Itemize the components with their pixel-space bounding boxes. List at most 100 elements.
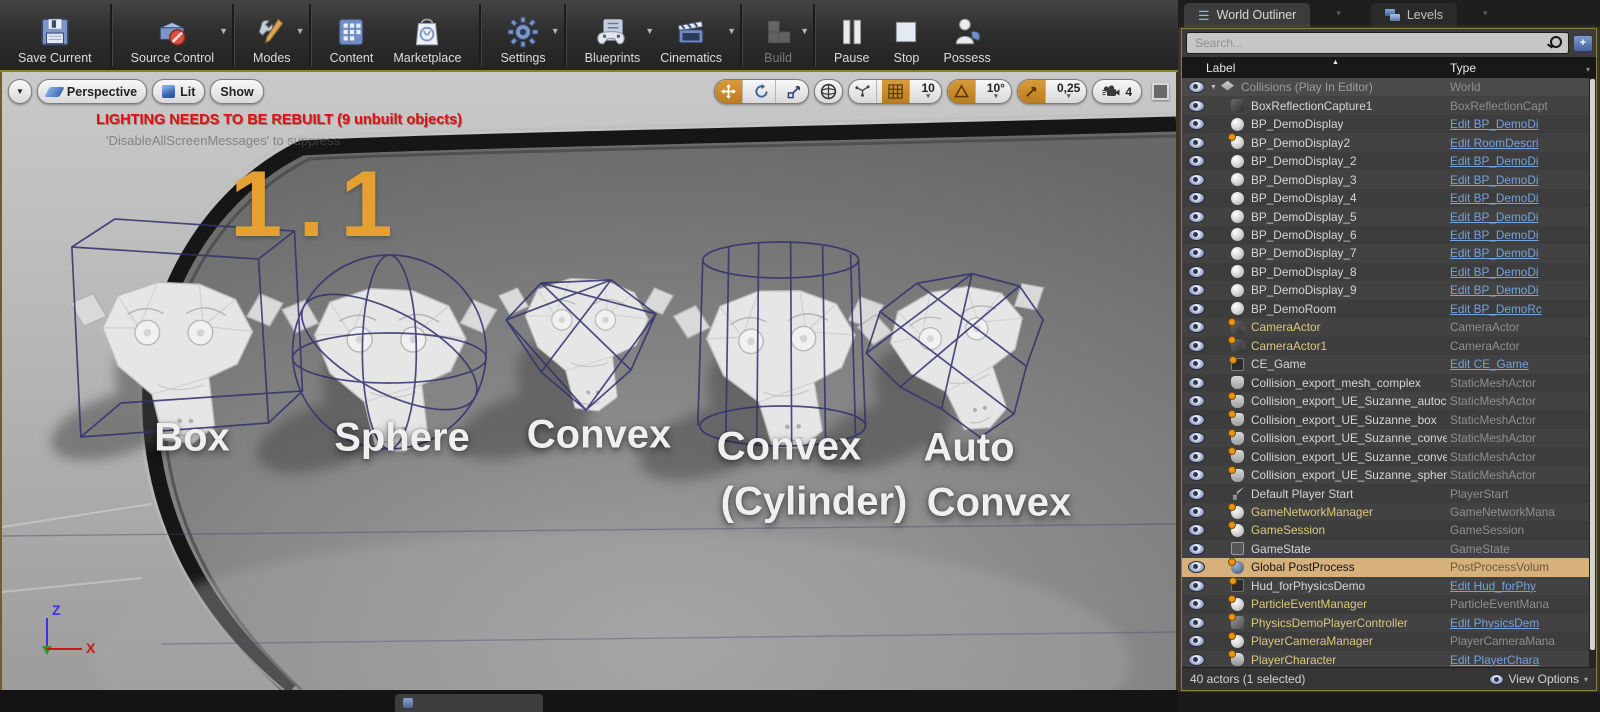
lit-mode-button[interactable]: Lit: [152, 79, 206, 104]
outliner-actor-row[interactable]: BP_DemoDisplay_9 Edit BP_DemoDi: [1182, 281, 1596, 300]
outliner-actor-row[interactable]: BP_DemoDisplay_8 Edit BP_DemoDi: [1182, 262, 1596, 282]
actor-edit-link[interactable]: Edit RoomDescri: [1450, 136, 1587, 150]
chevron-down-icon[interactable]: ▼: [800, 26, 809, 36]
visibility-eye-icon[interactable]: [1188, 247, 1205, 260]
visibility-eye-icon[interactable]: [1188, 598, 1205, 611]
column-label[interactable]: Label: [1206, 61, 1235, 75]
outliner-actor-row[interactable]: GameSession GameSession: [1182, 520, 1596, 540]
perspective-button[interactable]: Perspective: [36, 79, 148, 104]
outliner-actor-row[interactable]: PhysicsDemoPlayerController Edit PhysicsD…: [1182, 613, 1596, 633]
actor-edit-link[interactable]: Edit BP_DemoDi: [1450, 246, 1587, 260]
outliner-actor-row[interactable]: BP_DemoDisplay Edit BP_DemoDi: [1182, 114, 1596, 134]
grid-snap-value[interactable]: 10 ▾: [915, 80, 940, 103]
surface-snap-button[interactable]: [849, 80, 878, 103]
outliner-actor-row[interactable]: Hud_forPhysicsDemo Edit Hud_forPhy: [1182, 576, 1596, 596]
outliner-actor-row[interactable]: Collision_export_UE_Suzanne_autoco Static…: [1182, 391, 1596, 411]
visibility-eye-icon[interactable]: [1188, 450, 1205, 463]
outliner-actor-row[interactable]: Collision_export_UE_Suzanne_box StaticMes…: [1182, 410, 1596, 429]
visibility-eye-icon[interactable]: [1188, 284, 1205, 297]
scale-tool-button[interactable]: [781, 80, 808, 103]
expand-arrow-icon[interactable]: ▼: [1210, 84, 1219, 91]
outliner-actor-row[interactable]: BP_DemoDisplay_3 Edit BP_DemoDi: [1182, 170, 1596, 189]
pause-button[interactable]: Pause: [824, 0, 879, 70]
visibility-eye-icon[interactable]: [1188, 579, 1205, 592]
rotate-tool-button[interactable]: [748, 80, 777, 103]
visibility-eye-icon[interactable]: [1188, 339, 1205, 352]
scale-snap-value[interactable]: 0,25 ▾: [1051, 80, 1086, 103]
actor-edit-link[interactable]: Edit BP_DemoDi: [1450, 265, 1587, 279]
visibility-eye-icon[interactable]: [1188, 616, 1205, 629]
viewport-3d[interactable]: LIGHTING NEEDS TO BE REBUILT (9 unbuilt …: [0, 72, 1178, 690]
outliner-actor-row[interactable]: BP_DemoDisplay_5 Edit BP_DemoDi: [1182, 207, 1596, 226]
outliner-actor-row[interactable]: BP_DemoDisplay_4 Edit BP_DemoDi: [1182, 188, 1596, 208]
actor-edit-link[interactable]: Edit BP_DemoDi: [1450, 117, 1587, 131]
world-local-toggle[interactable]: [814, 79, 844, 104]
visibility-eye-icon[interactable]: [1188, 395, 1205, 408]
visibility-eye-icon[interactable]: [1188, 210, 1205, 223]
outliner-actor-row[interactable]: Collision_export_UE_Suzanne_sphere Static…: [1182, 465, 1596, 485]
outliner-actor-row[interactable]: BP_DemoDisplay_6 Edit BP_DemoDi: [1182, 225, 1596, 245]
visibility-eye-icon[interactable]: [1188, 155, 1205, 168]
type-filter-caret-icon[interactable]: ▾: [1586, 65, 1590, 74]
scrollbar-thumb[interactable]: [1590, 79, 1595, 651]
chevron-down-icon[interactable]: ▼: [727, 26, 736, 36]
visibility-eye-icon[interactable]: [1188, 524, 1205, 537]
angle-snap-value[interactable]: 10° ▾: [981, 80, 1011, 103]
show-button[interactable]: Show: [210, 79, 264, 104]
outliner-world-row[interactable]: ▼ Collisions (Play In Editor) World: [1182, 78, 1596, 97]
visibility-eye-icon[interactable]: [1188, 118, 1205, 131]
visibility-eye-icon[interactable]: [1188, 635, 1205, 648]
move-tool-button[interactable]: [715, 80, 744, 103]
actor-edit-link[interactable]: Edit BP_DemoDi: [1450, 228, 1587, 242]
visibility-eye-icon[interactable]: [1188, 136, 1205, 149]
visibility-eye-icon[interactable]: [1188, 432, 1205, 445]
outliner-actor-row[interactable]: GameNetworkManager GameNetworkMana: [1182, 502, 1596, 522]
outliner-actor-row[interactable]: GameState GameState: [1182, 539, 1596, 559]
visibility-eye-icon[interactable]: [1188, 376, 1205, 389]
tab-world-outliner[interactable]: ☰ World Outliner: [1184, 3, 1311, 27]
chevron-down-icon[interactable]: ▼: [296, 26, 305, 36]
outliner-actor-row[interactable]: BP_DemoDisplay2 Edit RoomDescri: [1182, 133, 1596, 152]
outliner-actor-row[interactable]: CameraActor CameraActor: [1182, 317, 1596, 337]
camera-speed-button[interactable]: 4: [1092, 79, 1142, 104]
viewport-options-button[interactable]: ▼: [8, 79, 32, 104]
content-button[interactable]: Content: [320, 0, 384, 70]
settings-button[interactable]: Settings ▼: [490, 0, 560, 70]
actor-edit-link[interactable]: Edit BP_DemoDi: [1450, 154, 1587, 168]
column-type[interactable]: Type: [1450, 61, 1476, 75]
visibility-eye-icon[interactable]: [1188, 506, 1205, 519]
outliner-actor-row[interactable]: PlayerCameraManager PlayerCameraMana: [1182, 631, 1596, 651]
outliner-actor-row[interactable]: BP_DemoDisplay_7 Edit BP_DemoDi: [1182, 244, 1596, 263]
visibility-eye-icon[interactable]: [1188, 542, 1205, 555]
outliner-actor-row[interactable]: BP_DemoRoom Edit BP_DemoRc: [1182, 299, 1596, 319]
visibility-eye-icon[interactable]: [1188, 302, 1205, 315]
sort-ascending-icon[interactable]: ▲: [1332, 59, 1339, 66]
content-browser-tab[interactable]: [395, 694, 543, 712]
actor-edit-link[interactable]: Edit BP_DemoDi: [1450, 173, 1587, 187]
outliner-actor-row[interactable]: PlayerCharacter Edit PlayerChara: [1182, 650, 1596, 667]
chevron-down-icon[interactable]: ▼: [219, 26, 228, 36]
tab-caret[interactable]: ▾: [1483, 8, 1488, 19]
tab-caret[interactable]: ▾: [1336, 8, 1341, 19]
outliner-actor-row[interactable]: CameraActor1 CameraActor: [1182, 336, 1596, 356]
visibility-eye-icon[interactable]: [1188, 487, 1205, 500]
stop-button[interactable]: Stop: [879, 0, 933, 70]
actor-edit-link[interactable]: Edit PlayerChara: [1450, 653, 1587, 667]
outliner-actor-row[interactable]: Collision_export_UE_Suzanne_convex Static…: [1182, 428, 1596, 448]
visibility-eye-icon[interactable]: [1188, 469, 1205, 482]
outliner-actor-row[interactable]: CE_Game Edit CE_Game: [1182, 355, 1596, 374]
chevron-down-icon[interactable]: ▼: [551, 26, 560, 36]
actor-edit-link[interactable]: Edit BP_DemoDi: [1450, 210, 1587, 224]
marketplace-button[interactable]: Marketplace: [383, 0, 471, 70]
actor-edit-link[interactable]: Edit Hud_forPhy: [1450, 579, 1587, 593]
actor-edit-link[interactable]: Edit PhysicsDem: [1450, 616, 1587, 630]
outliner-actor-row[interactable]: Collision_export_UE_Suzanne_convex Static…: [1182, 447, 1596, 466]
scale-snap-toggle[interactable]: [1017, 80, 1046, 103]
grid-snap-toggle[interactable]: [882, 80, 911, 103]
angle-snap-toggle[interactable]: [947, 80, 976, 103]
actor-edit-link[interactable]: Edit BP_DemoDi: [1450, 283, 1587, 297]
actor-edit-link[interactable]: Edit BP_DemoRc: [1450, 302, 1587, 316]
modes-button[interactable]: Modes ▼: [243, 0, 305, 70]
visibility-eye-icon[interactable]: [1188, 561, 1205, 574]
visibility-eye-icon[interactable]: [1188, 173, 1205, 186]
